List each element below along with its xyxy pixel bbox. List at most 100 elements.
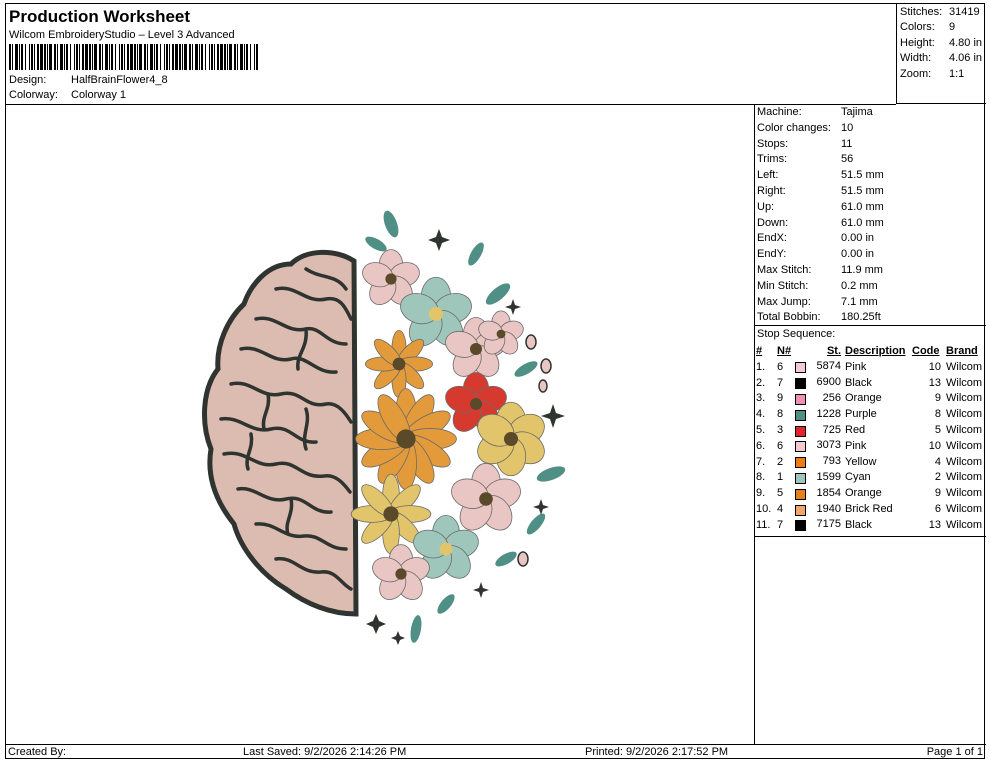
needle-number-text: 7 — [777, 376, 784, 389]
barcode-bar — [64, 44, 65, 70]
leaf — [468, 242, 484, 266]
stop-sequence-panel: Stop Sequence: # N# St. Description Code… — [754, 325, 986, 537]
barcode-bar — [21, 44, 23, 70]
color-swatch — [795, 425, 806, 437]
property-label: Color changes: — [757, 121, 831, 134]
property-value: 0.00 in — [841, 232, 875, 245]
thread-brand: Wilcom — [946, 391, 986, 407]
height-label: Height: — [900, 37, 935, 49]
leaf — [526, 513, 546, 535]
row-number: 11. — [756, 517, 777, 533]
flower-center — [496, 329, 506, 339]
sparkle-icon — [533, 499, 549, 515]
leaf — [536, 466, 566, 482]
property-label: Trims: — [757, 153, 788, 166]
col-n: N# — [777, 345, 792, 357]
color-swatch — [795, 488, 806, 500]
table-header-row: # N# St. Description Code Brand — [756, 343, 986, 359]
barcode-bar — [201, 44, 203, 70]
color-swatch — [795, 362, 806, 374]
property-value: 61.0 mm — [841, 200, 884, 213]
machine-property-row: EndY: 0.00 in — [757, 248, 874, 263]
last-saved: Last Saved: 9/2/2026 2:14:26 PM — [243, 746, 407, 758]
barcode-bar — [182, 44, 183, 70]
flower-center — [470, 398, 482, 410]
leaf — [437, 594, 455, 614]
stop-sequence-caption: Stop Sequence: — [757, 328, 836, 340]
needle-number-text: 5 — [777, 487, 784, 500]
leaf — [485, 283, 511, 305]
thread-description: Black — [845, 375, 912, 391]
thread-code-text: 10 — [928, 439, 941, 452]
page-number: Page 1 of 1 — [926, 746, 983, 758]
table-row: 2. 7 6900 Black 13 Wilcom — [756, 375, 986, 391]
property-value: Tajima — [841, 106, 873, 118]
barcode-bar — [254, 44, 255, 70]
barcode-bar — [184, 44, 187, 70]
row-number-text: 6. — [756, 439, 766, 452]
sparkle-icon — [391, 631, 405, 645]
barcode-bar — [164, 44, 165, 70]
needle-number: 8 — [777, 406, 795, 422]
barcode-bar — [60, 44, 63, 70]
barcode-bar — [47, 44, 48, 70]
thread-code-text: 13 — [928, 376, 941, 389]
leaf — [495, 551, 517, 567]
needle-number: 3 — [777, 422, 795, 438]
property-label: Down: — [757, 216, 789, 229]
property-value: 11 — [841, 137, 853, 150]
barcode-bar — [79, 44, 80, 70]
col-st: St. — [826, 345, 841, 357]
stitch-count-text: 5874 — [816, 360, 841, 373]
thread-description-text: Black — [845, 518, 872, 531]
header: Production Worksheet Wilcom EmbroiderySt… — [6, 4, 896, 105]
thread-brand: Wilcom — [946, 359, 986, 375]
barcode — [9, 44, 258, 70]
barcode-bar — [119, 44, 120, 70]
thread-description-text: Pink — [845, 360, 867, 373]
row-number-text: 7. — [756, 455, 766, 468]
color-swatch — [795, 472, 806, 484]
property-value: 61.0 mm — [841, 216, 884, 229]
property-value: 180.25ft — [841, 311, 881, 324]
property-label: Max Stitch: — [757, 264, 812, 276]
row-number: 3. — [756, 391, 777, 407]
table-row: 4. 8 1228 Purple 8 Wilcom — [756, 406, 986, 422]
colorway-info: Colorway: Colorway 1 — [9, 89, 126, 101]
barcode-bar — [172, 44, 174, 70]
thread-code-text: 9 — [934, 392, 941, 405]
barcode-bar — [74, 44, 75, 70]
stitch-count-text: 1228 — [816, 407, 841, 420]
barcode-bar — [124, 44, 125, 70]
barcode-bar — [57, 44, 58, 70]
machine-property-row: Left: 51.5 mm — [757, 169, 884, 184]
thread-description: Pink — [845, 438, 912, 454]
color-swatch — [795, 520, 806, 532]
machine-property-row: EndX: 0.00 in — [757, 232, 874, 247]
app-subtitle: Wilcom EmbroideryStudio – Level 3 Advanc… — [9, 29, 235, 41]
flower-center — [439, 542, 453, 556]
color-swatch — [795, 441, 806, 453]
property-value: 51.5 mm — [841, 185, 884, 197]
needle-number-text: 7 — [777, 518, 784, 531]
barcode-bar — [54, 44, 56, 70]
barcode-bar — [195, 44, 198, 70]
thread-code: 4 — [912, 454, 946, 470]
color-swatch — [795, 409, 806, 421]
row-number: 4. — [756, 406, 777, 422]
barcode-bar — [127, 44, 129, 70]
property-value: 7.1 mm — [841, 295, 878, 308]
table-row: 11. 7 7175 Black 13 Wilcom — [756, 517, 986, 533]
berry — [538, 379, 548, 393]
summary-panel: Stitches: 31419 Colors: 9 Height: 4.80 in W… — [896, 4, 986, 104]
thread-description: Black — [845, 517, 912, 533]
thread-brand: Wilcom — [946, 375, 986, 391]
machine-property-row: Up: 61.0 mm — [757, 201, 884, 216]
barcode-bar — [130, 44, 133, 70]
page-title: Production Worksheet — [9, 7, 191, 26]
thread-code-text: 9 — [934, 487, 941, 500]
property-value: 56 — [841, 153, 854, 166]
colors-label: Colors: — [900, 21, 935, 33]
flower-center — [470, 343, 482, 355]
stitch-count-text: 3073 — [816, 439, 841, 452]
